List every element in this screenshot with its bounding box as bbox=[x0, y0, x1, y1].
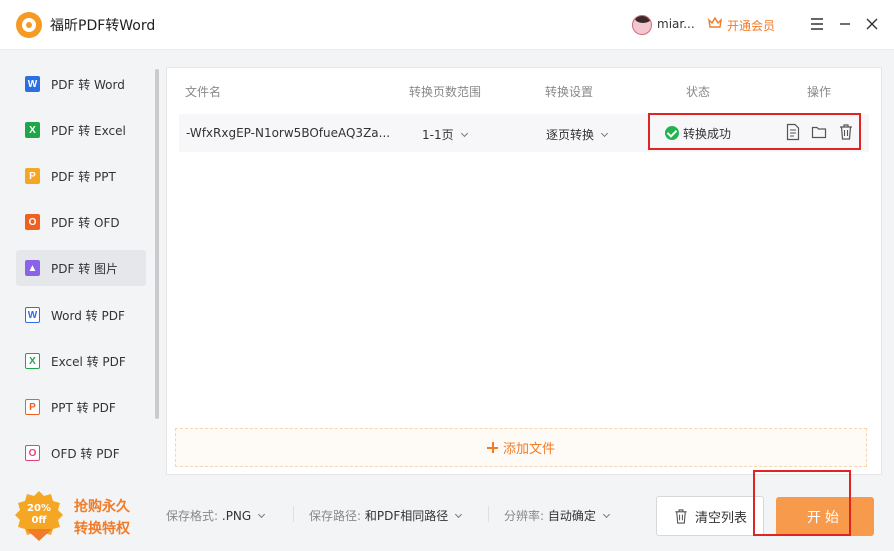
header-actions: 操作 bbox=[807, 85, 832, 99]
excel-icon: X bbox=[25, 122, 40, 138]
header-filename: 文件名 bbox=[185, 85, 222, 99]
vip-link[interactable]: 开通会员 bbox=[727, 17, 775, 34]
sidebar-item-6[interactable]: X Excel 转 PDF bbox=[16, 343, 146, 379]
format-label: 保存格式: bbox=[166, 509, 219, 523]
path-label: 保存路径: bbox=[309, 509, 362, 523]
page-range-value: 1-1页 bbox=[422, 128, 454, 142]
settings-value: 逐页转换 bbox=[546, 128, 595, 142]
app-title: 福昕PDF转Word bbox=[50, 18, 156, 34]
resolution-label: 分辨率: bbox=[504, 509, 545, 523]
format-select[interactable]: 保存格式: .PNG bbox=[166, 507, 266, 524]
sidebar-item-5[interactable]: W Word 转 PDF bbox=[16, 297, 146, 333]
trash-icon bbox=[675, 508, 687, 524]
sidebar-item-7[interactable]: P PPT 转 PDF bbox=[16, 389, 146, 425]
ppt-icon: P bbox=[25, 168, 40, 184]
promo-line-2[interactable]: 转换特权 bbox=[74, 518, 130, 538]
minimize-icon[interactable] bbox=[836, 15, 854, 33]
sidebar-item-3[interactable]: O PDF 转 OFD bbox=[16, 204, 146, 240]
sidebar-item-label: PDF 转 OFD bbox=[51, 215, 120, 230]
app-logo-icon bbox=[16, 12, 42, 38]
check-circle-icon bbox=[665, 126, 679, 140]
ofd-icon: O bbox=[25, 214, 40, 230]
sidebar-item-label: Excel 转 PDF bbox=[51, 354, 126, 369]
promo-line-1[interactable]: 抢购永久 bbox=[74, 496, 130, 516]
plus-icon bbox=[486, 442, 498, 453]
sidebar-item-8[interactable]: O OFD 转 PDF bbox=[16, 435, 146, 471]
header-page-range: 转换页数范围 bbox=[409, 85, 482, 99]
word-icon: W bbox=[25, 76, 40, 92]
trash-icon[interactable] bbox=[838, 123, 854, 141]
image-icon: ▲ bbox=[25, 260, 40, 276]
clear-list-button[interactable]: 清空列表 bbox=[656, 496, 764, 536]
sidebar-item-label: PPT 转 PDF bbox=[51, 400, 116, 415]
path-select[interactable]: 保存路径: 和PDF相同路径 bbox=[309, 507, 463, 524]
document-icon[interactable] bbox=[785, 123, 801, 141]
sidebar-item-label: PDF 转 图片 bbox=[51, 261, 119, 276]
excel-to-pdf-icon: X bbox=[25, 353, 40, 369]
crown-icon[interactable] bbox=[708, 16, 722, 30]
format-value: .PNG bbox=[221, 509, 252, 523]
page-range-select[interactable]: 1-1页 bbox=[422, 126, 468, 143]
chevron-down-icon bbox=[602, 510, 610, 519]
close-icon[interactable] bbox=[863, 15, 881, 33]
title-bar: 福昕PDF转Word miar... 开通会员 bbox=[0, 0, 894, 50]
badge-off: 0ff bbox=[31, 515, 47, 526]
chevron-down-icon bbox=[258, 510, 266, 519]
sidebar-item-label: OFD 转 PDF bbox=[51, 446, 120, 461]
username[interactable]: miar... bbox=[657, 17, 695, 31]
status-text: 转换成功 bbox=[683, 127, 732, 141]
sidebar: W PDF 转 Word X PDF 转 Excel P PDF 转 PPT O PDF 转 … bbox=[0, 51, 160, 471]
discount-badge-icon[interactable]: 20% 0ff bbox=[14, 489, 64, 543]
chevron-down-icon bbox=[455, 510, 463, 519]
sidebar-item-label: PDF 转 Excel bbox=[51, 123, 126, 138]
sidebar-item-label: PDF 转 Word bbox=[51, 77, 125, 92]
clear-list-label: 清空列表 bbox=[694, 510, 747, 526]
sidebar-item-0[interactable]: W PDF 转 Word bbox=[16, 66, 146, 102]
badge-percent: 20% bbox=[27, 503, 51, 514]
sidebar-item-4[interactable]: ▲ PDF 转 图片 bbox=[16, 250, 146, 286]
sidebar-item-1[interactable]: X PDF 转 Excel bbox=[16, 112, 146, 148]
settings-select[interactable]: 逐页转换 bbox=[546, 126, 609, 143]
add-file-label: 添加文件 bbox=[502, 442, 555, 457]
resolution-value: 自动确定 bbox=[547, 509, 596, 523]
header-settings: 转换设置 bbox=[545, 85, 594, 99]
ofd-to-pdf-icon: O bbox=[25, 445, 40, 461]
file-list-panel: 文件名 转换页数范围 转换设置 状态 操作 -WfxRxgEP-N1orw5BO… bbox=[166, 67, 882, 475]
sidebar-scrollbar[interactable] bbox=[155, 69, 159, 419]
ppt-to-pdf-icon: P bbox=[25, 399, 40, 415]
menu-icon[interactable] bbox=[808, 15, 826, 33]
chevron-down-icon bbox=[600, 129, 609, 138]
sidebar-item-label: PDF 转 PPT bbox=[51, 169, 116, 184]
path-value: 和PDF相同路径 bbox=[364, 509, 449, 523]
user-avatar[interactable] bbox=[632, 15, 652, 35]
sidebar-item-label: Word 转 PDF bbox=[51, 308, 125, 323]
row-filename: -WfxRxgEP-N1orw5BOfueAQ3Za... bbox=[186, 126, 391, 140]
divider bbox=[488, 506, 489, 522]
divider bbox=[293, 506, 294, 522]
folder-icon[interactable] bbox=[811, 123, 827, 141]
chevron-down-icon bbox=[460, 129, 468, 138]
add-file-button[interactable]: 添加文件 bbox=[175, 428, 867, 467]
status-highlight-box bbox=[648, 113, 861, 150]
start-highlight-box bbox=[753, 470, 851, 536]
resolution-select[interactable]: 分辨率: 自动确定 bbox=[504, 507, 610, 524]
header-status: 状态 bbox=[686, 85, 711, 99]
sidebar-item-2[interactable]: P PDF 转 PPT bbox=[16, 158, 146, 194]
word-to-pdf-icon: W bbox=[25, 307, 40, 323]
